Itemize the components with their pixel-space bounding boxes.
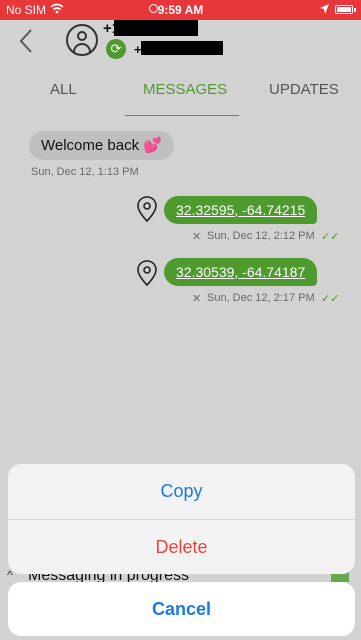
tab-updates[interactable]: UPDATES [269, 81, 339, 98]
copy-button[interactable]: Copy [8, 464, 355, 519]
status-time: 9:59 AM [157, 3, 204, 17]
delivered-check-icon: ✓✓ [321, 293, 340, 305]
message-timestamp: Sun, Dec 12, 1:13 PM [31, 166, 139, 178]
battery-icon [335, 5, 356, 14]
outgoing-location-bubble[interactable]: 32.32595, -64.74215 [164, 196, 318, 224]
action-sheet: Copy Delete [8, 464, 355, 574]
outgoing-location-bubble[interactable]: 32.30539, -64.74187 [164, 258, 318, 286]
sync-icon: ⟳ [106, 39, 126, 59]
location-arrow-icon [320, 3, 329, 17]
back-chevron-icon[interactable] [18, 28, 34, 61]
active-tab-indicator [125, 115, 239, 116]
conversation-header: ⟳ +1 + [0, 20, 361, 70]
tab-bar: ALL MESSAGES UPDATES [0, 70, 361, 116]
status-bar: No SIM 9:59 AM [0, 0, 361, 20]
message-timestamp: Sun, Dec 12, 2:12 PM [207, 230, 315, 242]
incoming-message-bubble[interactable]: Welcome back 💕 [29, 131, 174, 160]
satellite-icon: ✕ [192, 231, 202, 243]
redacted-block [141, 41, 223, 55]
contact-avatar-icon[interactable] [66, 24, 98, 56]
tab-messages[interactable]: MESSAGES [143, 81, 227, 98]
satellite-icon: ✕ [192, 293, 202, 305]
delete-button[interactable]: Delete [8, 519, 355, 574]
redacted-block [114, 20, 198, 36]
location-pin-icon [137, 196, 157, 223]
message-timestamp: Sun, Dec 12, 2:17 PM [207, 292, 315, 304]
cancel-button[interactable]: Cancel [8, 582, 355, 636]
tab-all[interactable]: ALL [50, 81, 77, 98]
location-pin-icon [137, 260, 157, 287]
delivered-check-icon: ✓✓ [321, 231, 340, 243]
